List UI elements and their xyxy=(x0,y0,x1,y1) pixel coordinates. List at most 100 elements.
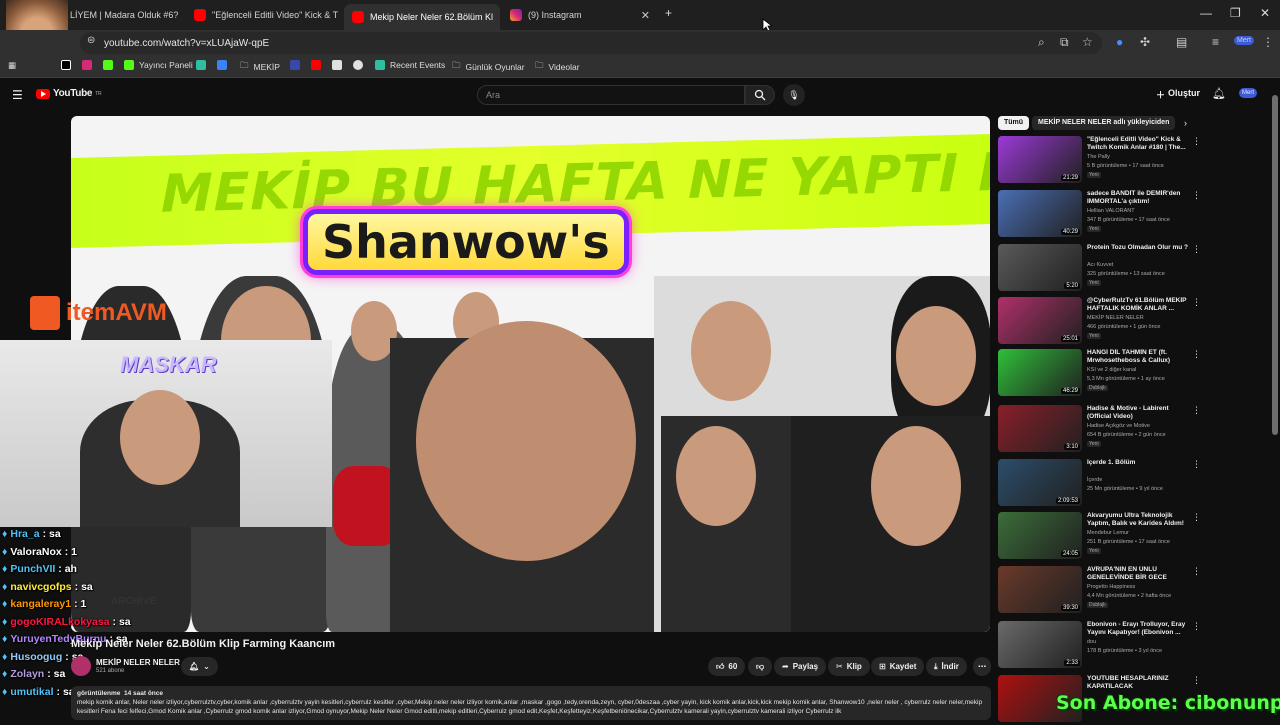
browser-tab[interactable]: "Eğlenceli Editli Video" Kick & T ✕ xyxy=(186,4,342,26)
more-actions-button[interactable]: ⋯ xyxy=(973,657,991,676)
voice-search-button[interactable]: 🎙 xyxy=(783,84,805,106)
bookmark-kick-icon[interactable] xyxy=(103,60,113,70)
search-input[interactable]: Ara xyxy=(477,85,745,105)
bookmark-circle-icon[interactable] xyxy=(353,60,363,70)
more-vertical-icon[interactable]: ⋮ xyxy=(1192,349,1201,360)
bookmark-recent-events[interactable]: Recent Events xyxy=(375,60,445,70)
bookmark-blue-icon[interactable] xyxy=(217,60,227,70)
share-button[interactable]: ➦ Paylaş xyxy=(774,657,827,676)
recommended-thumbnail[interactable]: 46:29 xyxy=(998,349,1082,396)
dislike-button[interactable]: 👎︎ xyxy=(748,657,773,676)
more-vertical-icon[interactable]: ⋮ xyxy=(1192,566,1201,577)
extensions-puzzle-icon[interactable]: ✣ xyxy=(1140,35,1150,49)
recommended-video[interactable]: 5:20 Protein Tozu Olmadan Olur mu ? Acı Ku… xyxy=(998,244,1206,294)
bookmark-image-icon[interactable] xyxy=(332,60,342,70)
recommended-channel[interactable]: Hellian VALORANT xyxy=(1087,208,1135,214)
more-vertical-icon[interactable]: ⋮ xyxy=(1192,459,1201,470)
maximize-icon[interactable]: ❐ xyxy=(1230,6,1241,20)
menu-kebab-icon[interactable]: ⋮ xyxy=(1262,35,1274,49)
more-vertical-icon[interactable]: ⋮ xyxy=(1192,297,1201,308)
recommended-channel[interactable]: İçerde xyxy=(1087,477,1102,483)
search-button[interactable] xyxy=(745,85,775,105)
recommended-title[interactable]: AVRUPA'NIN EN ÜNLÜ GENELEVİNDE BİR GECE xyxy=(1087,566,1191,582)
recommended-title[interactable]: HANGİ DİL TAHMİN ET (ft. Mrwhosetheboss … xyxy=(1087,349,1191,365)
subscription-bell-button[interactable]: 🔔︎ ⌄ xyxy=(181,657,218,676)
recommended-channel[interactable]: Progetto Happiness xyxy=(1087,584,1135,590)
browser-tab-active[interactable]: Mekip Neler Neler 62.Bölüm Kl ✕ xyxy=(344,4,500,30)
chevron-right-icon[interactable]: › xyxy=(1184,118,1187,128)
window-close-icon[interactable]: ✕ xyxy=(1260,6,1270,20)
clip-button[interactable]: ✂ Klip xyxy=(828,657,870,676)
recommended-thumbnail[interactable]: 40:29 xyxy=(998,190,1082,237)
recommended-thumbnail[interactable]: 25:01 xyxy=(998,297,1082,344)
channel-avatar[interactable] xyxy=(71,656,91,676)
new-tab-button[interactable]: + xyxy=(665,6,672,20)
description-box[interactable]: görüntülenme 14 saat önce mekip komik an… xyxy=(71,686,991,720)
chip-from-uploader[interactable]: MEKİP NELER NELER adlı yükleyiciden xyxy=(1032,116,1176,130)
browser-tab[interactable]: LİYEM | Madara Olduk #6? ✕ xyxy=(62,4,184,26)
bookmark-folder-videolar[interactable]: 🗀 Videolar xyxy=(535,60,580,74)
scrollbar-thumb[interactable] xyxy=(1272,95,1278,435)
chip-all[interactable]: Tümü xyxy=(998,116,1030,130)
recommended-video[interactable]: 24:05 Akvaryumu Ultra Teknolojik Yaptım, … xyxy=(998,512,1206,562)
recommended-title[interactable]: Hadise & Motive - Labirent (Official Vid… xyxy=(1087,405,1191,421)
bookmark-x-icon[interactable] xyxy=(61,60,71,70)
extension-icon[interactable]: ● xyxy=(1116,35,1123,49)
zoom-icon[interactable]: ⌕ xyxy=(1038,35,1045,50)
recommended-channel[interactable]: The Pally xyxy=(1087,154,1110,160)
recommended-video[interactable]: 25:01 @CyberRulzTv 61.Bölüm MEKİP HAFTALI… xyxy=(998,297,1206,347)
browser-tab[interactable]: (9) Instagram ✕ xyxy=(502,4,658,26)
recommended-title[interactable]: YOUTUBE HESAPLARINIZ KAPATILACAK xyxy=(1087,675,1191,691)
apps-grid-icon[interactable]: ▦ xyxy=(8,60,16,71)
recommended-channel[interactable]: Acı Kuvvet xyxy=(1087,262,1113,268)
recommended-title[interactable]: sadece BANDİT ile DEMİR'den IMMORTAL'a ç… xyxy=(1087,190,1191,206)
recommended-video[interactable]: 3:10 Hadise & Motive - Labirent (Official… xyxy=(998,405,1206,455)
notifications-bell-icon[interactable]: 🔔︎ xyxy=(1212,87,1226,100)
recommended-video[interactable]: 40:29 sadece BANDİT ile DEMİR'den IMMORTA… xyxy=(998,190,1206,240)
recommended-thumbnail[interactable]: 21:29 xyxy=(998,136,1082,183)
bookmark-youtube-icon[interactable] xyxy=(311,60,321,70)
recommended-video[interactable]: 2:09:53 İçerde 1. Bölüm İçerde 25 Mn görünt… xyxy=(998,459,1206,509)
recommended-title[interactable]: "Eğlenceli Editli Video" Kick & Twitch K… xyxy=(1087,136,1191,152)
recommended-channel[interactable]: Mendebur Lemur xyxy=(1087,530,1129,536)
recommended-title[interactable]: Ebonivon - Erayı Trolluyor, Eray Yayını … xyxy=(1087,621,1191,637)
youtube-logo[interactable]: YouTube TR xyxy=(36,88,102,99)
channel-name[interactable]: MEKİP NELER NELER xyxy=(96,658,180,667)
close-icon[interactable]: ✕ xyxy=(641,9,650,22)
bookmark-yayinci-paneli[interactable]: Yayıncı Paneli xyxy=(124,60,193,70)
recommended-thumbnail[interactable]: 39:30 xyxy=(998,566,1082,613)
bookmark-folder-mekip[interactable]: 🗀 MEKİP xyxy=(240,60,280,74)
bookmark-star-icon[interactable]: ☆ xyxy=(1082,35,1093,49)
save-button[interactable]: ⊞ Kaydet xyxy=(871,657,925,676)
more-vertical-icon[interactable]: ⋮ xyxy=(1192,512,1201,523)
recommended-thumbnail[interactable]: 3:10 xyxy=(998,405,1082,452)
bookmark-instagram-icon[interactable] xyxy=(82,60,92,70)
sidebar-icon[interactable]: ▤ xyxy=(1176,35,1187,49)
more-vertical-icon[interactable]: ⋮ xyxy=(1192,621,1201,632)
cast-icon[interactable]: ⧉ xyxy=(1060,35,1069,50)
more-vertical-icon[interactable]: ⋮ xyxy=(1192,136,1201,147)
hamburger-menu-icon[interactable]: ☰ xyxy=(12,88,23,102)
recommended-title[interactable]: Protein Tozu Olmadan Olur mu ? xyxy=(1087,244,1191,252)
bookmark-folder-gunluk-oyunlar[interactable]: 🗀 Günlük Oyunlar xyxy=(452,60,525,74)
recommended-video[interactable]: 2:33 Ebonivon - Erayı Trolluyor, Eray Yay… xyxy=(998,621,1206,671)
more-vertical-icon[interactable]: ⋮ xyxy=(1192,244,1201,255)
bookmark-indigo-icon[interactable] xyxy=(290,60,300,70)
download-button[interactable]: ⤓ İndir xyxy=(926,657,967,676)
recommended-channel[interactable]: KSI ve 2 diğer kanal xyxy=(1087,367,1136,373)
recommended-thumbnail[interactable]: 24:05 xyxy=(998,512,1082,559)
recommended-thumbnail[interactable]: 2:33 xyxy=(998,621,1082,668)
recommended-video[interactable]: 39:30 AVRUPA'NIN EN ÜNLÜ GENELEVİNDE BİR … xyxy=(998,566,1206,616)
minimize-icon[interactable]: — xyxy=(1200,6,1212,20)
profile-avatar[interactable]: Mert xyxy=(1234,36,1254,45)
url-input[interactable]: ⊜ youtube.com/watch?v=xLUAjaW-qpE ⌕ ⧉ ☆ xyxy=(80,32,1102,54)
recommended-channel[interactable]: dou xyxy=(1087,639,1096,645)
create-button[interactable]: ＋ Oluştur xyxy=(1156,88,1200,101)
more-vertical-icon[interactable]: ⋮ xyxy=(1192,405,1201,416)
recommended-title[interactable]: @CyberRulzTv 61.Bölüm MEKİP HAFTALIK KOM… xyxy=(1087,297,1191,313)
more-vertical-icon[interactable]: ⋮ xyxy=(1192,675,1201,686)
close-icon[interactable]: ✕ xyxy=(499,11,500,24)
recommended-channel[interactable]: Hadise Açıkgöz ve Motive xyxy=(1087,423,1150,429)
recommended-video[interactable]: 21:29 "Eğlenceli Editli Video" Kick & Twi… xyxy=(998,136,1206,186)
recommended-channel[interactable]: MEKİP NELER NELER xyxy=(1087,315,1144,321)
